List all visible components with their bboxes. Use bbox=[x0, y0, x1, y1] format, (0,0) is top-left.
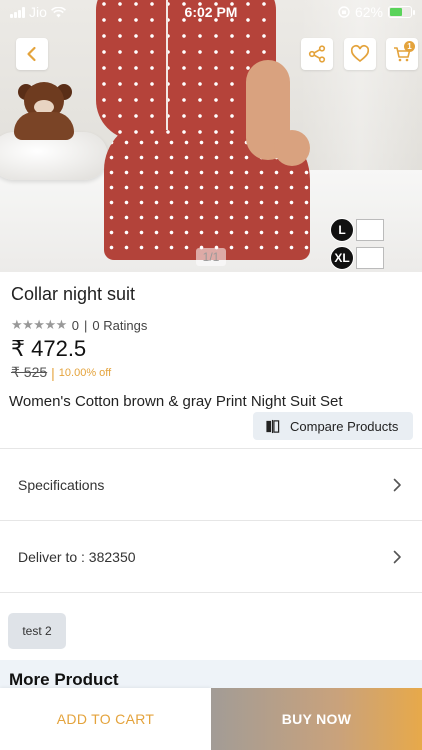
teddy-bear-image bbox=[6, 82, 82, 140]
divider bbox=[0, 592, 422, 593]
more-product-title: More Product bbox=[9, 670, 119, 689]
chevron-right-icon bbox=[393, 478, 401, 492]
share-icon bbox=[308, 45, 326, 63]
compare-icon bbox=[266, 419, 280, 433]
image-pager: 1/1 bbox=[196, 248, 226, 266]
discount-label: 10.00% off bbox=[58, 366, 112, 379]
divider bbox=[0, 448, 422, 449]
price-separator: | bbox=[51, 364, 55, 381]
size-box bbox=[356, 219, 384, 241]
product-price: ₹ 472.5 bbox=[11, 336, 87, 361]
heart-icon bbox=[350, 44, 370, 63]
size-box bbox=[356, 247, 384, 269]
chevron-left-icon bbox=[27, 46, 36, 62]
battery-icon bbox=[388, 6, 415, 18]
product-description: Women's Cotton brown & gray Print Night … bbox=[9, 393, 343, 410]
original-price: ₹ 525 bbox=[11, 364, 48, 380]
model-image bbox=[96, 0, 326, 272]
status-bar: Jio 6:02 PM 62% bbox=[0, 0, 422, 24]
product-tag[interactable]: test 2 bbox=[8, 613, 66, 649]
specifications-label: Specifications bbox=[18, 477, 105, 493]
ratings-count: 0 Ratings bbox=[92, 317, 148, 333]
mrp-row: ₹ 525 | 10.00% off bbox=[11, 364, 111, 381]
status-time: 6:02 PM bbox=[184, 4, 238, 20]
wishlist-button[interactable] bbox=[344, 38, 376, 70]
add-to-cart-button[interactable]: ADD TO CART bbox=[0, 688, 211, 750]
compare-products-button[interactable]: Compare Products bbox=[253, 412, 413, 440]
size-label: L bbox=[330, 218, 354, 242]
buy-now-button[interactable]: BUY NOW bbox=[211, 688, 422, 750]
star-rating-icon: ★★★★★ bbox=[11, 317, 67, 332]
chevron-right-icon bbox=[393, 550, 401, 564]
cart-button[interactable]: 1 bbox=[386, 38, 418, 70]
cart-count-badge: 1 bbox=[404, 41, 415, 52]
size-option-l[interactable]: L bbox=[330, 218, 384, 242]
size-label: XL bbox=[330, 246, 354, 270]
rating-row: ★★★★★ 0 | 0 Ratings bbox=[11, 317, 147, 333]
divider bbox=[0, 520, 422, 521]
product-title: Collar night suit bbox=[11, 284, 136, 304]
rating-separator: | bbox=[84, 317, 88, 333]
deliver-to-label: Deliver to : 382350 bbox=[18, 549, 136, 565]
back-button[interactable] bbox=[16, 38, 48, 70]
share-button[interactable] bbox=[301, 38, 333, 70]
specifications-row[interactable]: Specifications bbox=[0, 450, 422, 520]
size-option-xl[interactable]: XL bbox=[330, 246, 384, 270]
rating-value: 0 bbox=[71, 317, 80, 333]
compare-label: Compare Products bbox=[290, 418, 399, 434]
deliver-to-row[interactable]: Deliver to : 382350 bbox=[0, 522, 422, 592]
bottom-action-bar: ADD TO CART BUY NOW bbox=[0, 688, 422, 750]
